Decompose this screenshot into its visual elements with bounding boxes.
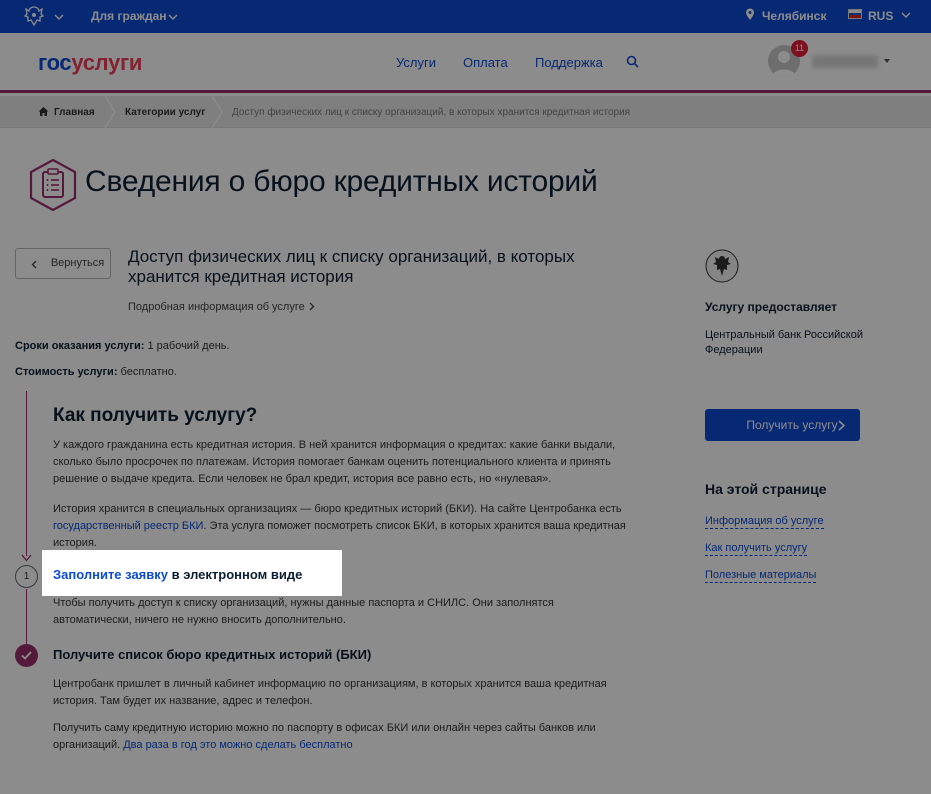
site-header: госуслуги Услуги Оплата Поддержка 11 bbox=[0, 33, 931, 93]
chevron-right-icon bbox=[309, 302, 315, 311]
back-button[interactable]: Вернуться bbox=[15, 248, 111, 279]
notification-badge[interactable]: 11 bbox=[791, 40, 808, 57]
timeline-line bbox=[26, 589, 27, 645]
city-selector[interactable]: Челябинск bbox=[762, 9, 826, 23]
free-twice-a-year-link[interactable]: Два раза в год это можно сделать бесплат… bbox=[123, 739, 352, 751]
toc-how-to[interactable]: Как получить услугу bbox=[705, 542, 808, 556]
logo-part-gos: гос bbox=[38, 50, 72, 75]
language-selector[interactable]: RUS bbox=[868, 9, 893, 23]
step-number-1: 1 bbox=[15, 565, 38, 588]
username-blurred[interactable] bbox=[812, 55, 878, 68]
russian-flag-icon bbox=[848, 9, 862, 19]
service-details-link[interactable]: Подробная информация об услуге bbox=[128, 301, 315, 313]
page: Для граждан Челябинск RUS госуслуги Услу… bbox=[0, 0, 931, 794]
provider-label: Услугу предоставляет bbox=[705, 300, 838, 314]
toc-useful-materials[interactable]: Полезные материалы bbox=[705, 569, 817, 583]
nav-payment[interactable]: Оплата bbox=[463, 55, 508, 70]
p2-text-before: История хранится в специальных организац… bbox=[53, 503, 622, 515]
provider-name: Центральный банк Российской Федерации bbox=[705, 329, 864, 356]
cost-label: Стоимость услуги: bbox=[15, 366, 118, 378]
breadcrumb-categories[interactable]: Категории услуг bbox=[125, 107, 205, 118]
caret-down-icon[interactable] bbox=[884, 59, 890, 63]
how-to-paragraph-1: У каждого гражданина есть кредитная исто… bbox=[53, 439, 616, 485]
toc-service-info[interactable]: Информация об услуге bbox=[705, 515, 824, 529]
term-label: Сроки оказания услуги: bbox=[15, 340, 145, 352]
page-title: Сведения о бюро кредитных историй bbox=[85, 165, 598, 198]
back-button-label: Вернуться bbox=[50, 257, 105, 269]
timeline-line bbox=[26, 391, 27, 556]
breadcrumb-separator-icon bbox=[211, 96, 223, 128]
coat-of-arms-icon[interactable] bbox=[22, 4, 46, 28]
service-cost: Стоимость услуги: бесплатно. bbox=[15, 366, 177, 378]
top-bar: Для граждан Челябинск RUS bbox=[0, 0, 931, 33]
arrow-down-icon bbox=[21, 554, 32, 562]
chevron-down-icon[interactable] bbox=[54, 14, 64, 20]
location-pin-icon bbox=[746, 8, 754, 20]
search-icon[interactable] bbox=[626, 55, 639, 68]
step2-paragraph-2: Получить саму кредитную историю можно по… bbox=[53, 720, 633, 754]
step2-paragraph-1: Центробанк пришлет в личный кабинет инфо… bbox=[53, 678, 607, 707]
on-this-page-heading: На этой странице bbox=[705, 481, 827, 497]
term-value: 1 рабочий день. bbox=[144, 340, 230, 352]
highlighted-step-1: Заполните заявку в электронном виде bbox=[42, 550, 342, 596]
breadcrumb-home[interactable]: Главная bbox=[54, 107, 95, 118]
chevron-down-icon[interactable] bbox=[901, 12, 911, 18]
gosuslugi-logo[interactable]: госуслуги bbox=[38, 50, 142, 76]
breadcrumb: Главная Категории услуг Доступ физически… bbox=[0, 96, 931, 128]
checkmark-icon bbox=[21, 651, 32, 660]
step1-title-text: в электронном виде bbox=[168, 567, 303, 582]
logo-part-uslugi: услуги bbox=[71, 50, 143, 75]
breadcrumb-current: Доступ физических лиц к списку организац… bbox=[232, 107, 631, 118]
step1-title: Заполните заявку в электронном виде bbox=[53, 567, 302, 582]
get-service-button[interactable]: Получить услугу bbox=[705, 409, 860, 441]
chevron-right-icon bbox=[838, 420, 845, 431]
how-to-heading: Как получить услугу? bbox=[53, 405, 258, 426]
breadcrumb-separator-icon bbox=[104, 96, 116, 128]
service-details-label: Подробная информация об услуге bbox=[128, 301, 305, 313]
service-term: Сроки оказания услуги: 1 рабочий день. bbox=[15, 340, 230, 352]
chevron-down-icon[interactable] bbox=[168, 14, 178, 20]
how-to-paragraph-2: История хранится в специальных организац… bbox=[53, 501, 633, 552]
step-done-marker bbox=[15, 644, 38, 667]
bki-registry-link[interactable]: государственный реестр БКИ bbox=[53, 520, 203, 532]
nav-support[interactable]: Поддержка bbox=[535, 55, 603, 70]
chevron-left-icon bbox=[31, 260, 37, 269]
cost-value: бесплатно. bbox=[117, 366, 177, 378]
service-title: Доступ физических лиц к списку организац… bbox=[128, 247, 575, 286]
for-citizens-menu[interactable]: Для граждан bbox=[91, 9, 167, 23]
fill-application-link[interactable]: Заполните заявку bbox=[53, 567, 168, 582]
step1-description: Чтобы получить доступ к списку организац… bbox=[53, 597, 554, 626]
central-bank-emblem-icon bbox=[705, 249, 739, 283]
home-icon bbox=[38, 107, 49, 116]
nav-services[interactable]: Услуги bbox=[396, 55, 436, 70]
step2-title: Получите список бюро кредитных историй (… bbox=[53, 647, 372, 662]
get-service-label: Получить услугу bbox=[746, 418, 838, 432]
clipboard-list-icon bbox=[29, 158, 77, 212]
